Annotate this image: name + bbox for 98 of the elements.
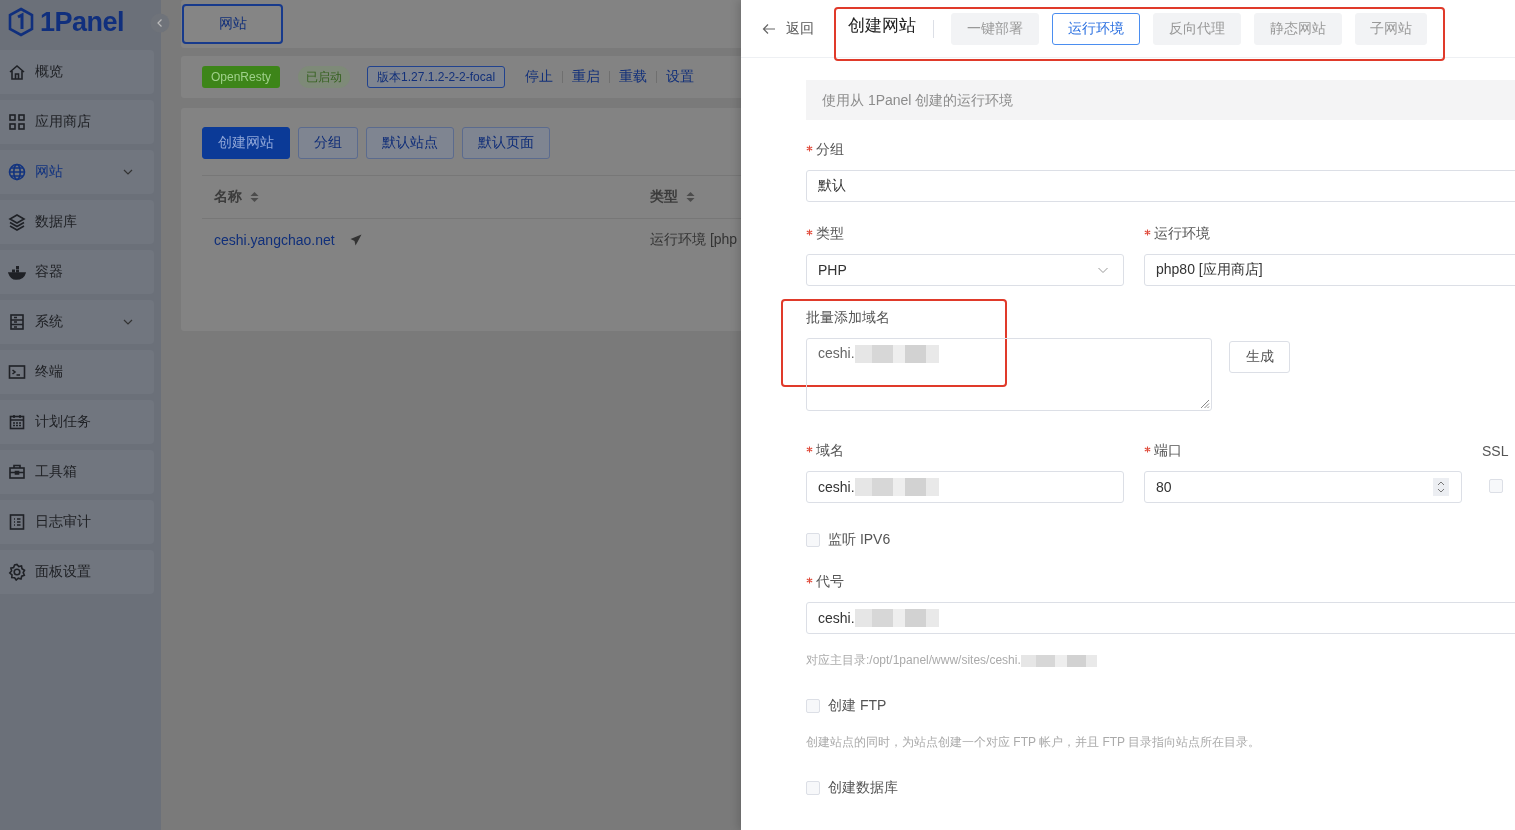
info-alert: 使用从 1Panel 创建的运行环境 bbox=[806, 80, 1515, 120]
toolbox-icon bbox=[8, 463, 26, 481]
checkbox[interactable] bbox=[806, 533, 820, 547]
paper-plane-icon bbox=[349, 234, 362, 246]
sidebar-label: 计划任务 bbox=[35, 413, 92, 431]
checkbox-label: 创建 FTP bbox=[828, 697, 887, 715]
sidebar-item[interactable]: 日志审计 bbox=[0, 500, 154, 544]
sort-icon bbox=[686, 191, 695, 203]
toolbar-button[interactable]: 分组 bbox=[298, 127, 358, 159]
input-field[interactable]: ceshi. bbox=[806, 471, 1124, 503]
sidebar-item[interactable]: 应用商店 bbox=[0, 100, 154, 144]
sidebar-item[interactable]: 容器 bbox=[0, 250, 154, 294]
sidebar-label: 网站 bbox=[35, 163, 64, 181]
field-label: 端口 bbox=[1154, 442, 1182, 460]
generate-button[interactable]: 生成 bbox=[1229, 341, 1290, 373]
sidebar-label: 容器 bbox=[35, 263, 64, 281]
checkbox-label: 监听 IPV6 bbox=[828, 531, 891, 549]
sidebar-item[interactable]: 系统 bbox=[0, 300, 154, 344]
toolbar-button[interactable]: 默认站点 bbox=[366, 127, 454, 159]
checkbox[interactable] bbox=[806, 699, 820, 713]
field-label: 批量添加域名 bbox=[806, 309, 890, 327]
field-value: ceshi. bbox=[818, 479, 855, 495]
back-link[interactable]: 返回 bbox=[762, 19, 814, 38]
action-link[interactable]: 重载 bbox=[610, 68, 657, 86]
field-value: php80 [应用商店] bbox=[1156, 261, 1263, 279]
mode-tab[interactable]: 反向代理 bbox=[1153, 12, 1241, 45]
select-field[interactable]: PHP bbox=[806, 254, 1124, 286]
sort-icon bbox=[250, 191, 259, 203]
status-tag: 已启动 bbox=[298, 66, 351, 88]
server-icon bbox=[8, 313, 26, 331]
sidebar-item[interactable]: 面板设置 bbox=[0, 550, 154, 594]
field-value: ceshi. bbox=[818, 345, 855, 361]
sidebar-label: 终端 bbox=[35, 363, 64, 381]
toolbar-button[interactable]: 创建网站 bbox=[202, 127, 290, 159]
action-link[interactable]: 重启 bbox=[563, 68, 610, 86]
back-text: 返回 bbox=[786, 19, 814, 38]
sidebar-item[interactable]: 工具箱 bbox=[0, 450, 154, 494]
checkbox[interactable] bbox=[1489, 479, 1503, 493]
field-label: 类型 bbox=[816, 225, 844, 243]
checkbox[interactable] bbox=[806, 781, 820, 795]
field-label: 分组 bbox=[816, 141, 844, 159]
logo-text: 1Panel bbox=[40, 6, 125, 38]
terminal-icon bbox=[8, 363, 26, 381]
action-link[interactable]: 设置 bbox=[657, 68, 704, 86]
sidebar-label: 系统 bbox=[35, 313, 64, 331]
help-text: 创建站点的同时，为站点创建一个对应 FTP 帐户，并且 FTP 目录指向站点所在目录。 bbox=[806, 734, 1261, 751]
sidebar-item[interactable]: 概览 bbox=[0, 50, 154, 94]
table-cell: 运行环境 [php bbox=[650, 231, 738, 249]
layers-icon bbox=[8, 213, 26, 231]
field-label: SSL bbox=[1482, 443, 1509, 459]
input-field[interactable]: 80 bbox=[1144, 471, 1462, 503]
textarea-field[interactable]: ceshi. bbox=[806, 338, 1212, 411]
sidebar-item[interactable]: 网站 bbox=[0, 150, 154, 194]
action-link[interactable]: 停止 bbox=[516, 68, 563, 86]
field-label: 运行环境 bbox=[1154, 225, 1210, 243]
mode-tab[interactable]: 静态网站 bbox=[1254, 12, 1342, 45]
field-value: 80 bbox=[1156, 479, 1172, 495]
globe-icon bbox=[8, 163, 26, 181]
sidebar-item[interactable]: 计划任务 bbox=[0, 400, 154, 444]
column-header[interactable]: 类型 bbox=[650, 188, 678, 206]
field-value: ceshi. bbox=[818, 610, 855, 626]
field-value: 默认 bbox=[818, 177, 846, 195]
page-tab[interactable]: 网站 bbox=[182, 4, 283, 44]
sidebar-label: 应用商店 bbox=[35, 113, 92, 131]
calendar-icon bbox=[8, 413, 26, 431]
site-link[interactable]: ceshi.yangchao.net bbox=[214, 232, 335, 248]
grid-icon bbox=[8, 113, 26, 131]
settings-icon bbox=[8, 563, 26, 581]
list-icon bbox=[8, 513, 26, 531]
home-icon bbox=[8, 63, 26, 81]
toolbar-button[interactable]: 默认页面 bbox=[462, 127, 550, 159]
checkbox-label: 创建数据库 bbox=[828, 779, 898, 797]
field-label: 域名 bbox=[816, 442, 844, 460]
sidebar-label: 概览 bbox=[35, 63, 64, 81]
sidebar-label: 面板设置 bbox=[35, 563, 92, 581]
input-field[interactable]: 默认 bbox=[806, 170, 1515, 202]
mode-tab[interactable]: 子网站 bbox=[1355, 12, 1427, 45]
stepper-icon bbox=[1433, 478, 1449, 496]
sidebar-label: 日志审计 bbox=[35, 513, 92, 531]
field-label: 代号 bbox=[816, 573, 844, 591]
arrow-left-icon bbox=[762, 22, 776, 35]
input-field[interactable]: ceshi. bbox=[806, 602, 1515, 634]
mode-tab[interactable]: 运行环境 bbox=[1052, 12, 1140, 45]
help-text: 对应主目录:/opt/1panel/www/sites/ceshi. bbox=[806, 652, 1021, 669]
sidebar-label: 数据库 bbox=[35, 213, 78, 231]
field-value: PHP bbox=[818, 262, 847, 278]
sidebar-item[interactable]: 数据库 bbox=[0, 200, 154, 244]
version-tag: 版本1.27.1.2-2-2-focal bbox=[367, 66, 506, 88]
app-tag: OpenResty bbox=[202, 66, 281, 88]
column-header[interactable]: 名称 bbox=[214, 188, 242, 206]
drawer-title: 创建网站 bbox=[848, 15, 916, 37]
input-field[interactable]: php80 [应用商店] bbox=[1144, 254, 1515, 286]
sidebar-label: 工具箱 bbox=[35, 463, 78, 481]
whale-icon bbox=[8, 263, 26, 281]
sidebar-item[interactable]: 终端 bbox=[0, 350, 154, 394]
hexagon-logo-icon bbox=[8, 7, 34, 37]
resize-handle-icon bbox=[1198, 397, 1210, 409]
mode-tab[interactable]: 一键部署 bbox=[951, 12, 1039, 45]
